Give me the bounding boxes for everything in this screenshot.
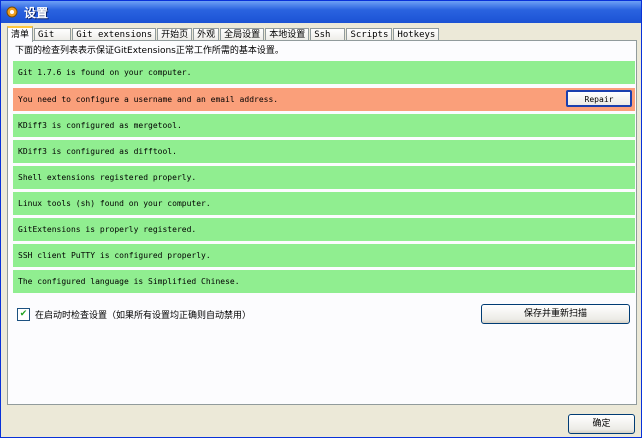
check-ssh-client: SSH client PuTTY is configured properly. <box>13 244 635 267</box>
ok-button[interactable]: 确定 <box>568 414 635 434</box>
check-username-email: You need to configure a username and an … <box>13 88 635 111</box>
tab-checklist[interactable]: 清单 <box>7 26 34 42</box>
check-text: Linux tools (sh) found on your computer. <box>18 199 211 208</box>
checklist-description: 下面的检查列表表示保证GitExtensions正常工作所需的基本设置。 <box>15 46 284 56</box>
check-kdiff3-difftool: KDiff3 is configured as difftool. <box>13 140 635 163</box>
startup-check-checkbox[interactable]: ✔ <box>17 308 30 321</box>
repair-button[interactable]: Repair <box>566 90 632 107</box>
settings-app-icon <box>6 6 18 18</box>
check-kdiff3-mergetool: KDiff3 is configured as mergetool. <box>13 114 635 137</box>
window-title: 设置 <box>24 5 49 20</box>
check-shell-extensions: Shell extensions registered properly. <box>13 166 635 189</box>
check-text: KDiff3 is configured as difftool. <box>18 147 177 156</box>
startup-check-label: 在启动时检查设置（如果所有设置均正确则自动禁用） <box>35 311 252 321</box>
check-text: Shell extensions registered properly. <box>18 173 197 182</box>
check-text: Git 1.7.6 is found on your computer. <box>18 68 192 77</box>
check-linux-tools: Linux tools (sh) found on your computer. <box>13 192 635 215</box>
save-and-rescan-button[interactable]: 保存并重新扫描 <box>481 304 630 324</box>
check-text: KDiff3 is configured as mergetool. <box>18 121 182 130</box>
settings-window: 设置 清单 Git Git extensions 开始页 外观 全局设置 本地设… <box>0 0 642 438</box>
checklist-panel: 下面的检查列表表示保证GitExtensions正常工作所需的基本设置。 Git… <box>7 40 637 405</box>
check-text: You need to configure a username and an … <box>18 95 279 104</box>
check-text: The configured language is Simplified Ch… <box>18 277 240 286</box>
check-gitext-registered: GitExtensions is properly registered. <box>13 218 635 241</box>
tab-bar: 清单 Git Git extensions 开始页 外观 全局设置 本地设置 S… <box>7 26 440 42</box>
check-language: The configured language is Simplified Ch… <box>13 270 635 293</box>
startup-check-option[interactable]: ✔ 在启动时检查设置（如果所有设置均正确则自动禁用） <box>17 308 251 321</box>
check-git-found: Git 1.7.6 is found on your computer. <box>13 61 635 84</box>
check-text: SSH client PuTTY is configured properly. <box>18 251 211 260</box>
check-text: GitExtensions is properly registered. <box>18 225 197 234</box>
title-bar: 设置 <box>1 1 641 23</box>
